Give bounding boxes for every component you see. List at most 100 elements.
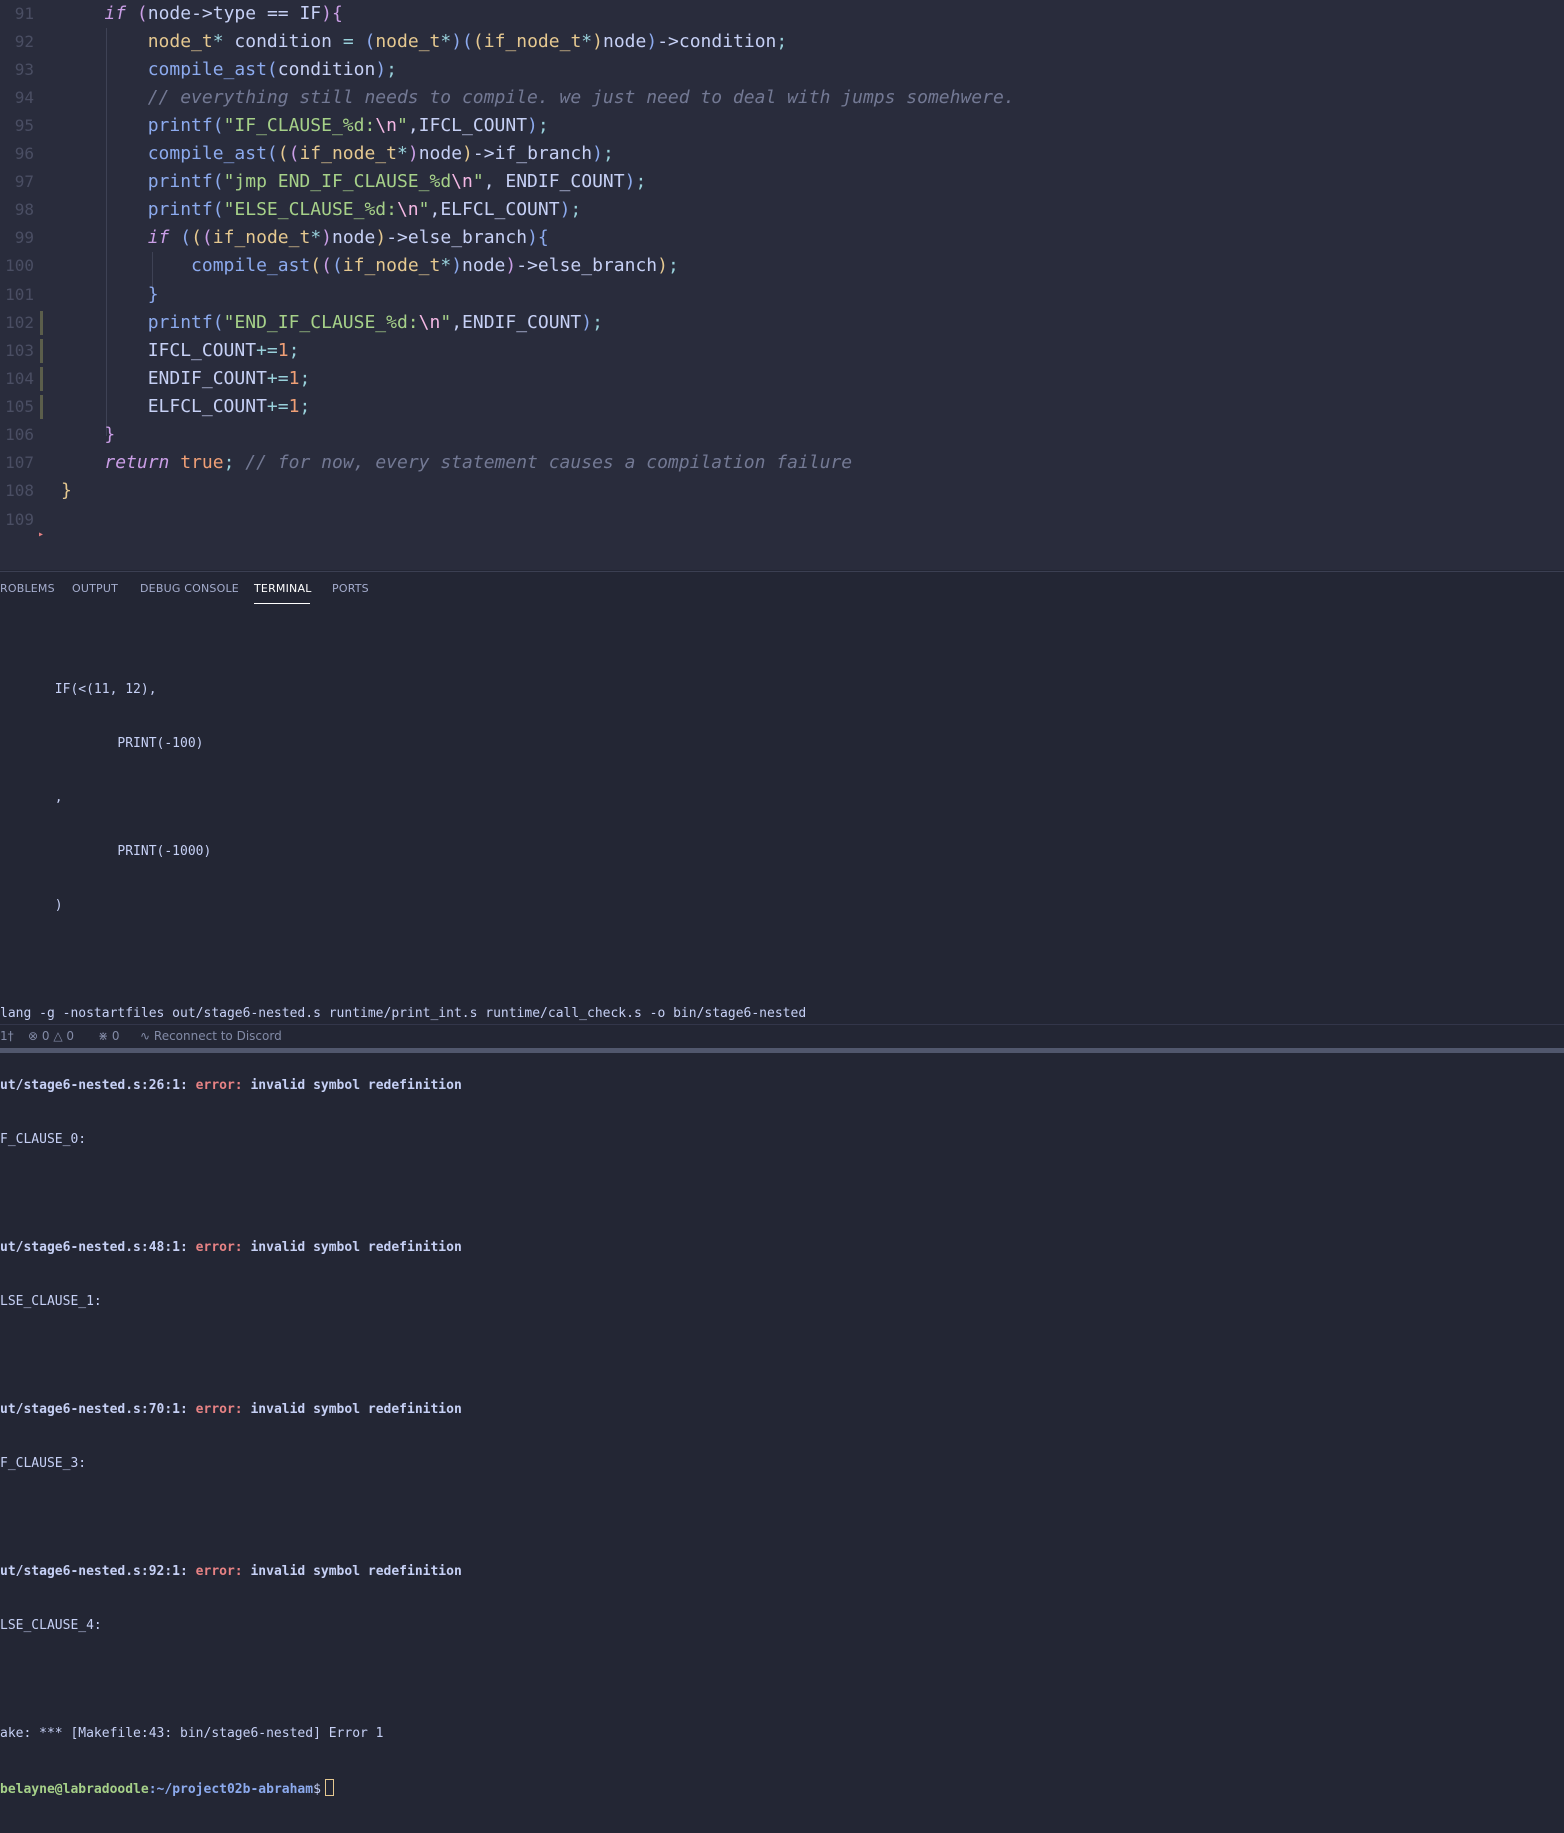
code-line[interactable]: 98 printf("ELSE_CLAUSE_%d:\n",ELFCL_COUN… bbox=[0, 196, 1564, 224]
problems-indicator[interactable]: ⊗ 0 △ 0 bbox=[28, 1029, 74, 1043]
status-bar: 1† ⊗ 0 △ 0 ⋇ 0 ∿ Reconnect to Discord bbox=[0, 1024, 1564, 1049]
terminal-prompt[interactable]: belayne@labradoodle:~/project02b-abraham… bbox=[0, 1779, 806, 1797]
line-number: 105 bbox=[5, 397, 34, 416]
code-line[interactable]: 95 printf("IF_CLAUSE_%d:\n",IFCL_COUNT); bbox=[0, 112, 1564, 140]
keyword: true bbox=[180, 452, 224, 473]
terminal-line: LSE_CLAUSE_1: bbox=[0, 1294, 102, 1309]
tab-debug-console[interactable]: DEBUG CONSOLE bbox=[140, 582, 239, 595]
function-name: printf bbox=[147, 115, 213, 136]
code-line[interactable]: 102 printf("END_IF_CLAUSE_%d:\n",ENDIF_C… bbox=[0, 309, 1564, 337]
tab-ports[interactable]: PORTS bbox=[332, 582, 369, 595]
code-line[interactable]: 103 IFCL_COUNT+=1; bbox=[0, 337, 1564, 365]
discord-status[interactable]: ∿ Reconnect to Discord bbox=[140, 1029, 282, 1043]
number: 1 bbox=[277, 340, 289, 361]
terminal-line: F_CLAUSE_3: bbox=[0, 1456, 87, 1471]
code-line[interactable]: 97 printf("jmp END_IF_CLAUSE_%d\n", ENDI… bbox=[0, 168, 1564, 196]
antenna-icon: ⋇ bbox=[98, 1029, 109, 1043]
string: "END_IF_CLAUSE_%d: bbox=[223, 312, 419, 333]
code-text: ->else_branch bbox=[386, 227, 528, 248]
escape-seq: \n bbox=[396, 199, 419, 220]
code-line[interactable]: 104 ENDIF_COUNT+=1; bbox=[0, 365, 1564, 393]
terminal-line: , bbox=[0, 790, 63, 805]
bottom-panel: ROBLEMS OUTPUT DEBUG CONSOLE TERMINAL PO… bbox=[0, 571, 1564, 1797]
line-number: 99 bbox=[14, 228, 34, 247]
git-modified-marker[interactable] bbox=[40, 339, 43, 363]
function-name: compile_ast bbox=[147, 143, 267, 164]
fold-marker-icon[interactable]: ▸ bbox=[38, 529, 44, 540]
code-line[interactable]: 101 } bbox=[0, 281, 1564, 309]
code-text: ELFCL_COUNT bbox=[147, 396, 267, 417]
active-tab-indicator bbox=[254, 603, 310, 604]
type-name: if_node_t bbox=[483, 31, 582, 52]
comment: // everything still needs to compile. we… bbox=[147, 87, 1015, 108]
code-line[interactable]: 91 if (node->type == IF){ bbox=[0, 0, 1564, 28]
line-number: 94 bbox=[14, 88, 34, 107]
line-number: 104 bbox=[5, 369, 34, 388]
branch-indicator[interactable]: 1† bbox=[0, 1029, 14, 1043]
type-name: if_node_t bbox=[212, 227, 311, 248]
panel-tabs: ROBLEMS OUTPUT DEBUG CONSOLE TERMINAL PO… bbox=[0, 572, 1564, 608]
function-name: printf bbox=[147, 171, 213, 192]
line-number: 95 bbox=[14, 116, 34, 135]
tab-problems[interactable]: ROBLEMS bbox=[0, 582, 55, 595]
code-line[interactable]: 99 if (((if_node_t*)node)->else_branch){ bbox=[0, 224, 1564, 252]
code-editor[interactable]: 91 if (node->type == IF){ 92 node_t* con… bbox=[0, 0, 1564, 570]
code-line[interactable]: 96 compile_ast(((if_node_t*)node)->if_br… bbox=[0, 140, 1564, 168]
tab-terminal[interactable]: TERMINAL bbox=[254, 582, 312, 595]
keyword: if bbox=[104, 3, 127, 24]
type-name: node_t bbox=[147, 31, 213, 52]
code-line[interactable]: 108 } bbox=[0, 477, 1564, 505]
function-name: compile_ast bbox=[191, 255, 311, 276]
code-line[interactable]: 109 bbox=[0, 506, 1564, 534]
code-text: ELFCL_COUNT bbox=[440, 199, 560, 220]
terminal-error-line: ut/stage6-nested.s:92:1: error: invalid … bbox=[0, 1564, 462, 1579]
code-line[interactable]: 105 ELFCL_COUNT+=1; bbox=[0, 393, 1564, 421]
type-name: if_node_t bbox=[299, 143, 397, 164]
escape-seq: \n bbox=[451, 171, 473, 192]
number: 1 bbox=[288, 396, 300, 417]
line-number: 101 bbox=[5, 285, 34, 304]
line-number: 92 bbox=[14, 32, 34, 51]
terminal-output[interactable]: IF(<(11, 12), PRINT(-100) , PRINT(-1000)… bbox=[0, 645, 806, 1833]
string: "jmp END_IF_CLAUSE_%d bbox=[223, 171, 452, 192]
function-name: printf bbox=[147, 199, 213, 220]
code-line[interactable]: 100 compile_ast(((if_node_t*)node)->else… bbox=[0, 252, 1564, 280]
line-number: 106 bbox=[5, 425, 34, 444]
terminal-line: ake: *** [Makefile:43: bin/stage6-nested… bbox=[0, 1726, 384, 1741]
terminal-line: F_CLAUSE_0: bbox=[0, 1132, 87, 1147]
window-edge bbox=[0, 1048, 1564, 1053]
code-line[interactable]: 106 } bbox=[0, 421, 1564, 449]
terminal-line: PRINT(-100) bbox=[0, 736, 204, 751]
line-number: 97 bbox=[14, 172, 34, 191]
string: "IF_CLAUSE_%d: bbox=[223, 115, 376, 136]
git-modified-marker[interactable] bbox=[40, 367, 43, 391]
ports-indicator[interactable]: ⋇ 0 bbox=[98, 1029, 120, 1043]
tab-output[interactable]: OUTPUT bbox=[72, 582, 118, 595]
pulse-icon: ∿ bbox=[140, 1029, 151, 1043]
line-number: 107 bbox=[5, 453, 34, 472]
code-line[interactable]: 107 return true; // for now, every state… bbox=[0, 449, 1564, 477]
code-text: ENDIF_COUNT bbox=[147, 368, 267, 389]
code-text: node bbox=[602, 31, 647, 52]
code-text: ENDIF_COUNT bbox=[462, 312, 582, 333]
line-number: 91 bbox=[14, 4, 34, 23]
keyword: if bbox=[147, 227, 170, 248]
terminal-line: ) bbox=[0, 898, 63, 913]
code-line[interactable]: 92 node_t* condition = (node_t*)((if_nod… bbox=[0, 28, 1564, 56]
terminal-line: lang -g -nostartfiles out/stage6-nested.… bbox=[0, 1006, 807, 1021]
code-line[interactable]: 93 compile_ast(condition); bbox=[0, 56, 1564, 84]
function-name: printf bbox=[147, 312, 213, 333]
git-modified-marker[interactable] bbox=[40, 395, 43, 419]
terminal-line: IF(<(11, 12), bbox=[0, 682, 157, 697]
terminal-error-line: ut/stage6-nested.s:26:1: error: invalid … bbox=[0, 1078, 462, 1093]
line-number: 103 bbox=[5, 341, 34, 360]
code-text: IFCL_COUNT bbox=[418, 115, 528, 136]
code-line[interactable]: 94 // everything still needs to compile.… bbox=[0, 84, 1564, 112]
git-modified-marker[interactable] bbox=[40, 311, 43, 335]
keyword: return bbox=[104, 452, 170, 473]
line-number: 109 bbox=[5, 510, 34, 529]
line-number: 100 bbox=[5, 256, 34, 275]
code-text: IFCL_COUNT bbox=[147, 340, 257, 361]
escape-seq: \n bbox=[418, 312, 441, 333]
type-name: node_t bbox=[375, 31, 441, 52]
